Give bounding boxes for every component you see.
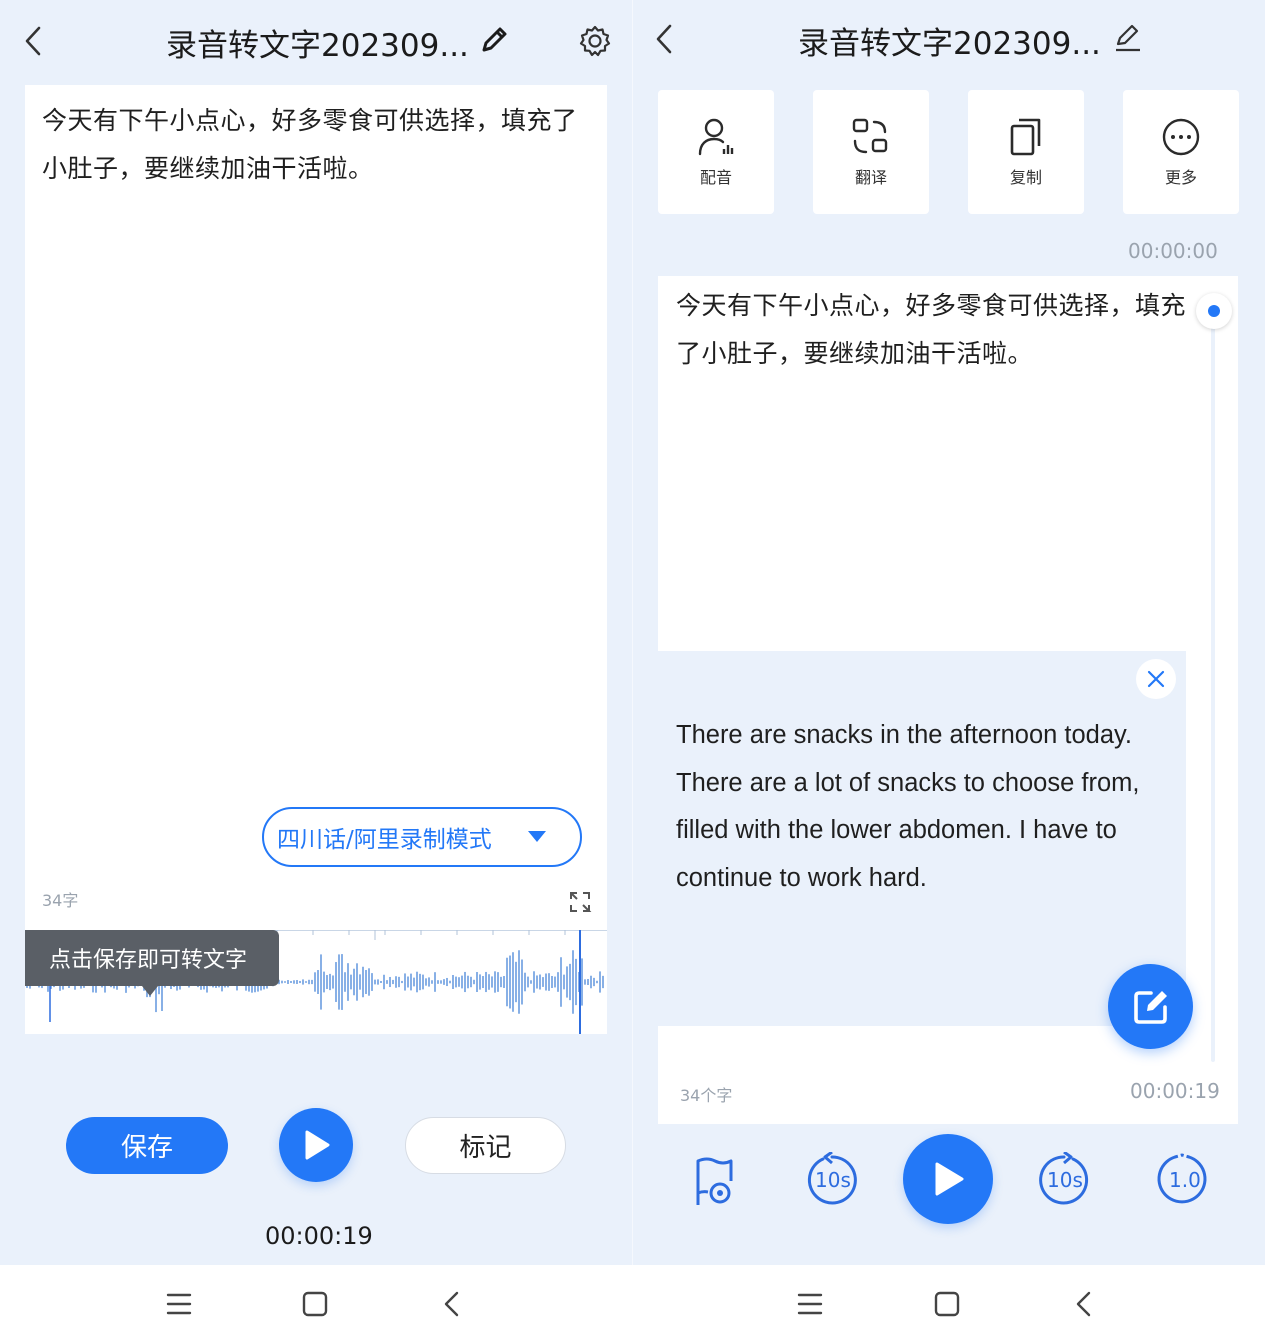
- forward-10s-button[interactable]: 10s: [1037, 1150, 1091, 1208]
- translate-tile[interactable]: 翻译: [813, 90, 929, 214]
- transcript-text[interactable]: 今天有下午小点心，好多零食可供选择，填充了小肚子，要继续加油干活啦。: [676, 282, 1186, 378]
- dubbing-icon: [698, 118, 734, 156]
- more-icon: [1162, 118, 1200, 156]
- dubbing-label: 配音: [699, 168, 732, 187]
- close-icon: [1147, 670, 1165, 688]
- waveform-area[interactable]: 点击保存即可转文字: [25, 930, 607, 1034]
- back-icon[interactable]: [653, 22, 677, 56]
- start-timestamp: 00:00:00: [1128, 239, 1218, 263]
- expand-icon[interactable]: [568, 890, 592, 914]
- transcript-card: 今天有下午小点心，好多零食可供选择，填充了小肚子，要继续加油干活啦。 There…: [658, 276, 1238, 1124]
- dialect-mode-selector[interactable]: 四川话/阿里录制模式: [262, 807, 582, 867]
- mark-flag-settings-icon[interactable]: [693, 1155, 737, 1207]
- home-icon[interactable]: [934, 1291, 960, 1321]
- right-panel: 录音转文字202309... 配音 翻译 复制 更多 00:00:00 今天有下…: [633, 0, 1265, 1265]
- mark-button[interactable]: 标记: [405, 1117, 566, 1174]
- more-label: 更多: [1164, 168, 1197, 187]
- dubbing-tile[interactable]: 配音: [658, 90, 774, 214]
- save-button[interactable]: 保存: [66, 1117, 228, 1174]
- menu-icon[interactable]: [166, 1292, 192, 1320]
- nav-back-icon[interactable]: [441, 1290, 463, 1322]
- recording-time: 00:00:19: [265, 1222, 373, 1250]
- translate-label: 翻译: [854, 168, 887, 187]
- scrollbar-handle[interactable]: [1196, 293, 1232, 329]
- scroll-dot: [1208, 305, 1220, 317]
- save-hint-tooltip: 点击保存即可转文字: [25, 930, 279, 986]
- translation-panel: There are snacks in the afternoon today.…: [658, 651, 1186, 1026]
- transcript-text[interactable]: 今天有下午小点心，好多零食可供选择，填充了小肚子，要继续加油干活啦。: [42, 97, 587, 193]
- nav-back-icon[interactable]: [1073, 1290, 1095, 1322]
- dropdown-triangle-icon: [526, 828, 548, 844]
- back-icon[interactable]: [22, 24, 46, 58]
- home-icon[interactable]: [302, 1291, 328, 1321]
- edit-icon: [1133, 990, 1167, 1024]
- char-count: 34字: [42, 891, 79, 910]
- settings-gear-icon[interactable]: [578, 24, 612, 58]
- play-icon: [305, 1130, 330, 1160]
- system-nav-bar: [0, 1265, 1265, 1342]
- edit-title-icon[interactable]: [478, 22, 512, 56]
- menu-icon[interactable]: [797, 1292, 823, 1320]
- transcript-card: 今天有下午小点心，好多零食可供选择，填充了小肚子，要继续加油干活啦。 四川话/阿…: [25, 85, 607, 930]
- edit-fab-button[interactable]: [1108, 964, 1193, 1049]
- rewind-label: 10s: [815, 1168, 851, 1192]
- close-translation-button[interactable]: [1136, 659, 1176, 699]
- speed-label: 1.0: [1169, 1168, 1201, 1192]
- translate-icon: [852, 118, 888, 154]
- left-panel: 录音转文字202309... 今天有下午小点心，好多零食可供选择，填充了小肚子，…: [0, 0, 632, 1265]
- play-button[interactable]: [903, 1134, 993, 1224]
- rewind-10s-button[interactable]: 10s: [805, 1150, 859, 1208]
- forward-label: 10s: [1047, 1168, 1083, 1192]
- page-title: 录音转文字202309...: [166, 28, 469, 64]
- edit-title-icon[interactable]: [1113, 22, 1143, 54]
- more-tile[interactable]: 更多: [1123, 90, 1239, 214]
- copy-label: 复制: [1009, 168, 1042, 187]
- tooltip-arrow: [142, 986, 158, 996]
- play-button[interactable]: [279, 1108, 353, 1182]
- copy-tile[interactable]: 复制: [968, 90, 1084, 214]
- copy-icon: [1010, 118, 1041, 156]
- page-title: 录音转文字202309...: [798, 26, 1101, 62]
- scrollbar-track[interactable]: [1211, 312, 1215, 1062]
- translation-text[interactable]: There are snacks in the afternoon today.…: [676, 712, 1176, 902]
- end-timestamp: 00:00:19: [1130, 1079, 1220, 1103]
- playback-speed-button[interactable]: 1.0: [1155, 1152, 1209, 1208]
- dialect-mode-label: 四川话/阿里录制模式: [277, 827, 492, 853]
- char-count: 34个字: [680, 1086, 733, 1105]
- play-icon: [935, 1162, 964, 1196]
- save-hint-text: 点击保存即可转文字: [49, 948, 248, 973]
